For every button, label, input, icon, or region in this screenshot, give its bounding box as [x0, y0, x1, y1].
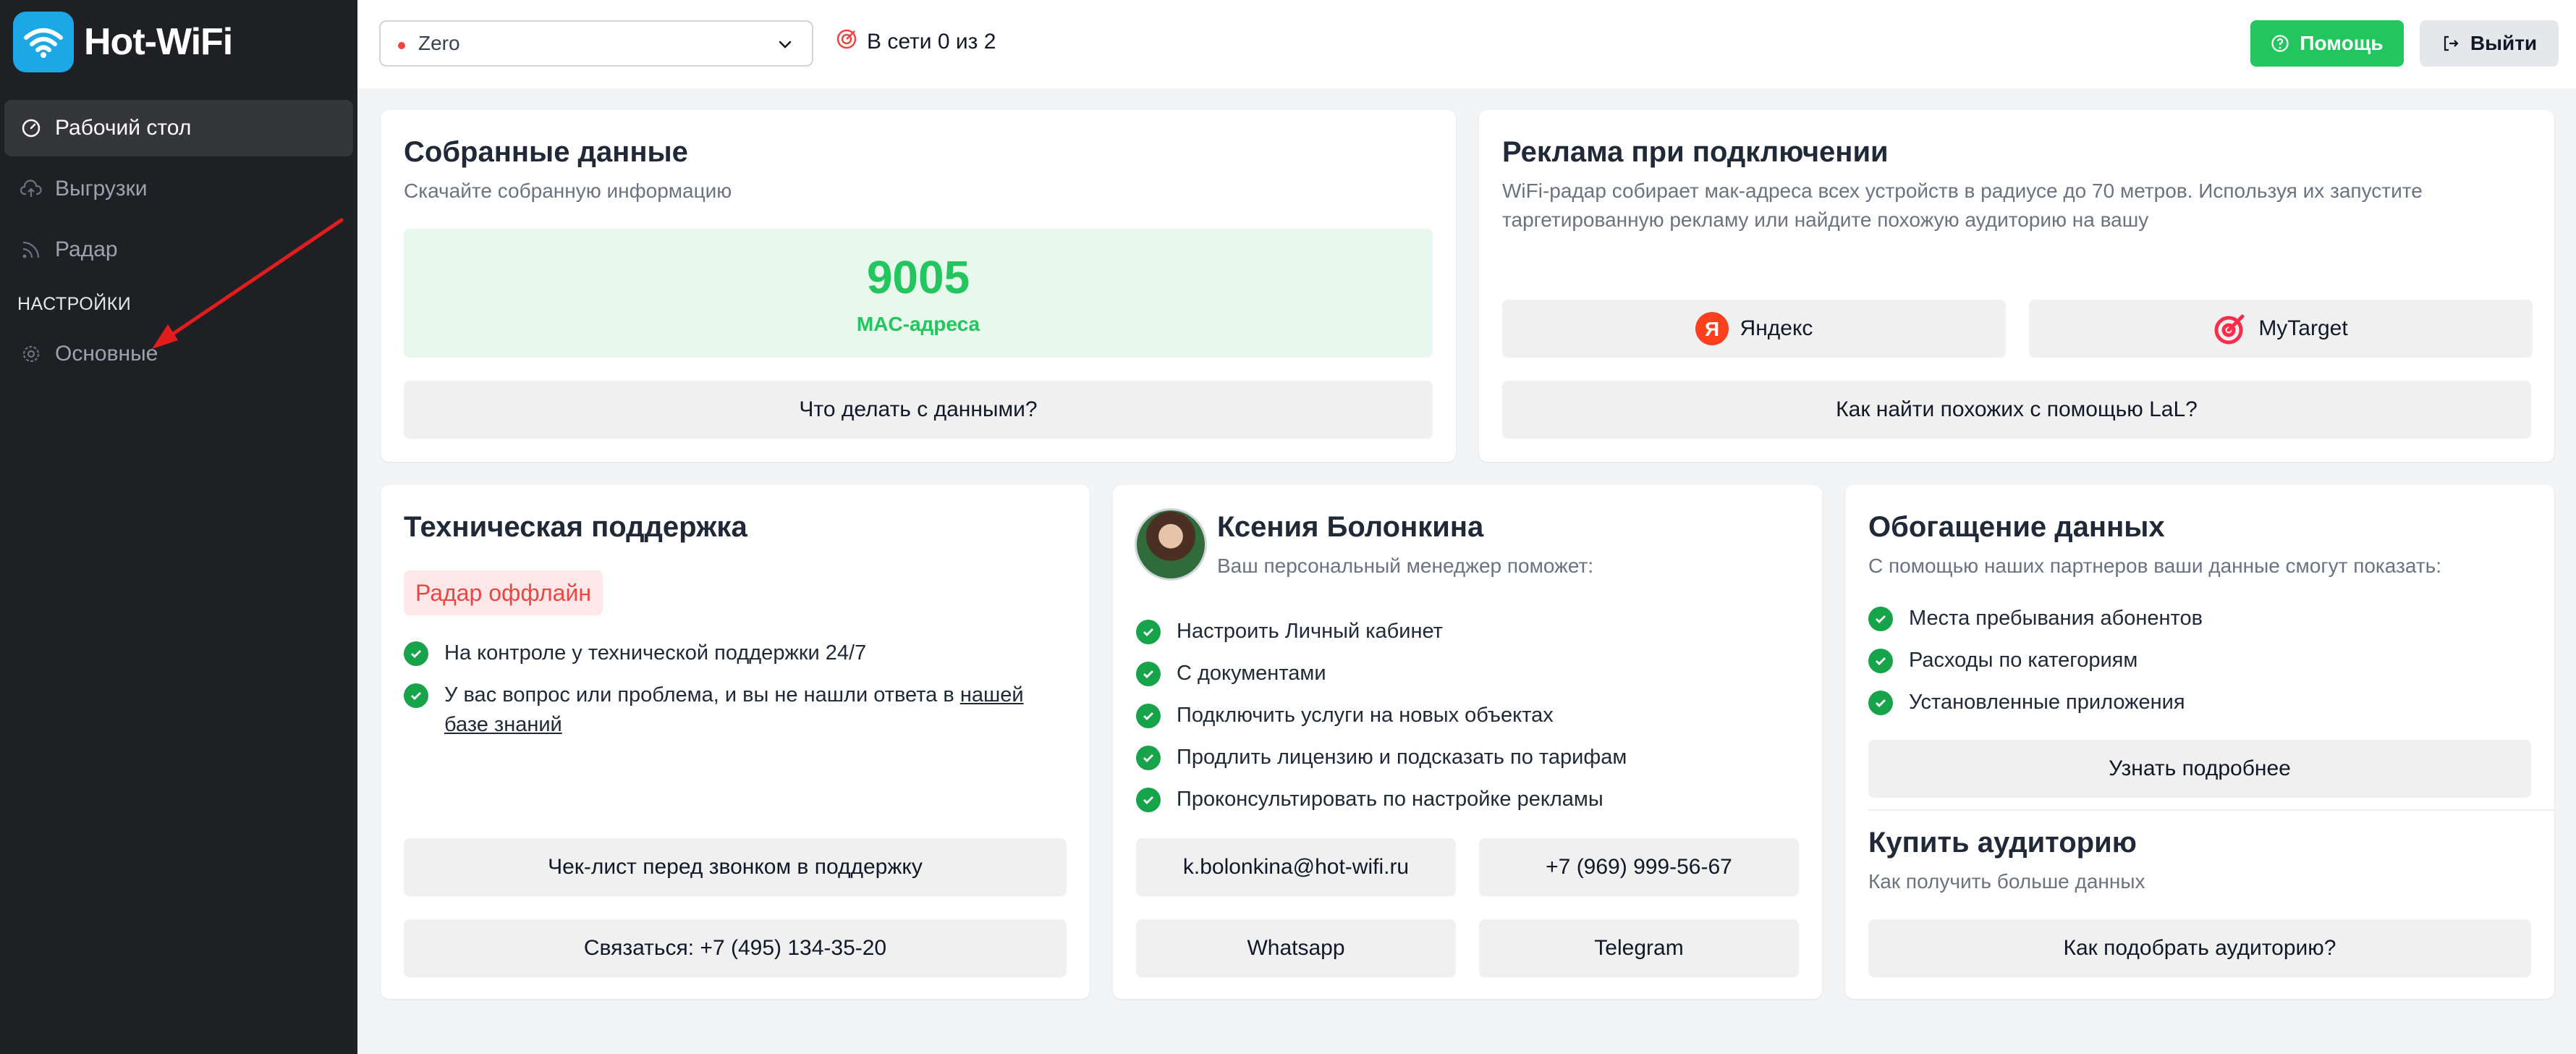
list-item: Места пребывания абонентов [1868, 604, 2520, 633]
tech-support-title: Техническая поддержка [404, 511, 747, 543]
mac-count-box: 9005 MAC-адреса [404, 229, 1433, 358]
mytarget-button-label: MyTarget [2258, 316, 2348, 340]
mytarget-button[interactable]: MyTarget [2029, 300, 2533, 358]
yandex-button-label: Яндекс [1740, 316, 1813, 340]
manager-phone-button[interactable]: +7 (969) 999-56-67 [1479, 838, 1799, 896]
manager-name: Ксения Болонкина [1217, 511, 1484, 543]
check-circle-icon [1136, 704, 1161, 728]
list-item: Подключить услуги на новых объектах [1136, 701, 1787, 730]
buy-audience-subtitle: Как получить больше данных [1868, 870, 2145, 893]
location-select[interactable]: Zero [379, 20, 813, 67]
logout-button-label: Выйти [2470, 32, 2538, 54]
enrichment-list: Места пребывания абонентов Расходы по ка… [1868, 604, 2520, 730]
list-item: С документами [1136, 659, 1787, 688]
logout-button[interactable]: Выйти [2420, 20, 2559, 67]
enrichment-card: Обогащение данных С помощью наших партне… [1845, 485, 2554, 999]
telegram-button[interactable]: Telegram [1479, 919, 1799, 977]
check-circle-icon [1136, 746, 1161, 770]
location-select-value: Zero [418, 32, 460, 54]
mytarget-logo-icon [2213, 312, 2247, 345]
what-to-do-with-data-button[interactable]: Что делать с данными? [404, 381, 1433, 439]
help-button-label: Помощь [2300, 32, 2384, 54]
lal-button[interactable]: Как найти похожих с помощью LaL? [1502, 381, 2531, 439]
check-circle-icon [1136, 662, 1161, 686]
ads-description: WiFi-радар собирает мак-адреса всех устр… [1502, 180, 2423, 231]
chevron-down-icon [776, 35, 795, 59]
learn-more-button[interactable]: Узнать подробнее [1868, 740, 2531, 798]
support-checklist-button[interactable]: Чек-лист перед звонком в поддержку [404, 838, 1067, 896]
help-button[interactable]: Помощь [2250, 20, 2404, 67]
check-circle-icon [1136, 788, 1161, 812]
list-item: На контроле у технической поддержки 24/7 [404, 638, 1055, 668]
check-circle-icon [1868, 607, 1893, 631]
yandex-button[interactable]: Я Яндекс [1502, 300, 2006, 358]
list-item: Расходы по категориям [1868, 646, 2520, 675]
svg-text:Я: Я [1704, 318, 1719, 340]
yandex-logo-icon: Я [1695, 312, 1729, 345]
check-circle-icon [1868, 691, 1893, 715]
check-circle-icon [1868, 649, 1893, 673]
check-circle-icon [404, 683, 428, 708]
location-status-dot [398, 42, 405, 49]
radar-offline-badge: Радар оффлайн [404, 570, 603, 615]
manager-card: Ксения Болонкина Ваш персональный менедж… [1113, 485, 1822, 999]
manager-avatar [1135, 508, 1207, 581]
enrichment-subtitle: С помощью наших партнеров ваши данные см… [1868, 555, 2442, 577]
ads-title: Реклама при подключении [1502, 136, 1889, 168]
ads-card: Реклама при подключении WiFi-радар собир… [1479, 110, 2554, 462]
list-item: Настроить Личный кабинет [1136, 617, 1787, 646]
support-checklist: На контроле у технической поддержки 24/7… [404, 638, 1055, 752]
question-circle-icon [2271, 34, 2289, 53]
list-item: Проконсультировать по настройке рекламы [1136, 785, 1787, 814]
collected-data-card: Собранные данные Скачайте собранную инфо… [381, 110, 1456, 462]
mac-count-label: MAC-адреса [856, 313, 980, 335]
radar-target-icon [835, 28, 858, 56]
manager-services-list: Настроить Личный кабинет С документами П… [1136, 617, 1787, 827]
enrichment-title: Обогащение данных [1868, 511, 2165, 543]
online-status-text: В сети 0 из 2 [867, 30, 996, 54]
logout-icon [2441, 34, 2460, 53]
list-item: У вас вопрос или проблема, и вы не нашли… [404, 680, 1055, 740]
tech-support-card: Техническая поддержка Радар оффлайн На к… [381, 485, 1090, 999]
top-bar: Zero В сети 0 из 2 Помощь Выйти [357, 0, 2576, 88]
mac-count-value: 9005 [866, 251, 970, 303]
choose-audience-button[interactable]: Как подобрать аудиторию? [1868, 919, 2531, 977]
annotation-arrow [152, 218, 344, 349]
list-item: Продлить лицензию и подсказать по тарифа… [1136, 743, 1787, 772]
buy-audience-title: Купить аудиторию [1868, 827, 2137, 859]
collected-data-title: Собранные данные [404, 136, 688, 168]
check-circle-icon [1136, 620, 1161, 644]
whatsapp-button[interactable]: Whatsapp [1136, 919, 1456, 977]
online-status: В сети 0 из 2 [835, 28, 996, 56]
contact-support-button[interactable]: Связаться: +7 (495) 134-35-20 [404, 919, 1067, 977]
list-item: Установленные приложения [1868, 688, 2520, 717]
check-circle-icon [404, 641, 428, 666]
manager-subtitle: Ваш персональный менеджер поможет: [1217, 555, 1594, 577]
collected-data-subtitle: Скачайте собранную информацию [404, 180, 732, 202]
divider [1868, 809, 2554, 811]
manager-email-button[interactable]: k.bolonkina@hot-wifi.ru [1136, 838, 1456, 896]
